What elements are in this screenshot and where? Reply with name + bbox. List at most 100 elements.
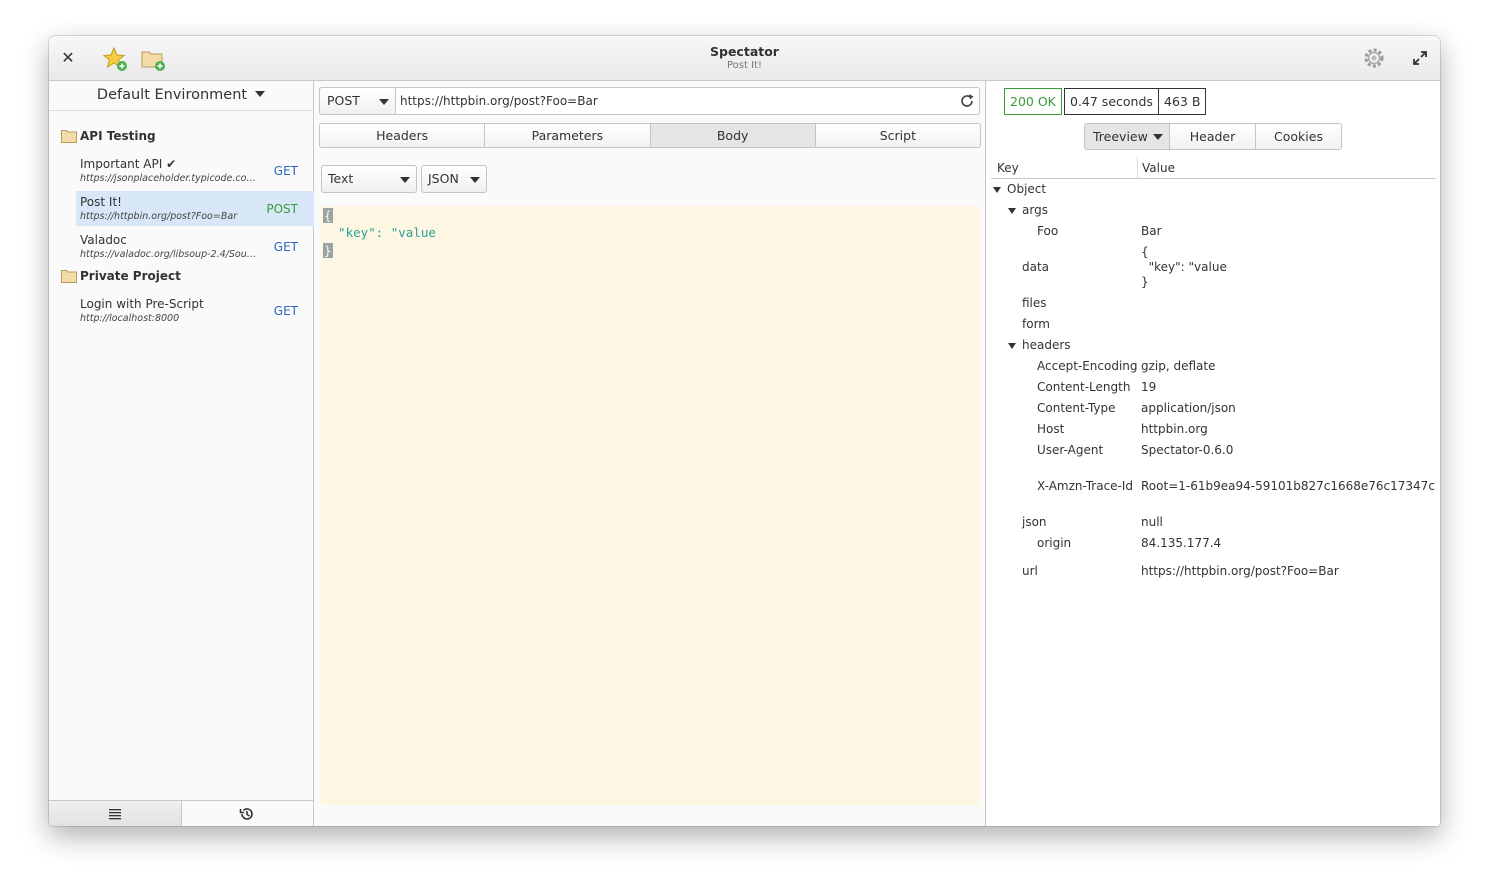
history-icon (239, 807, 253, 820)
tree-key: files (1022, 296, 1047, 310)
request-item-valadoc[interactable]: Valadoc https://valadoc.org/libsoup-2.4/… (76, 229, 314, 264)
treeview-header: Key Value (991, 157, 1436, 179)
chevron-down-icon (1153, 134, 1163, 140)
size-badge: 463 B (1158, 88, 1207, 115)
editor-line: { (323, 208, 333, 223)
tree-key: Object (1007, 182, 1047, 196)
request-url: http://localhost:8000 (80, 313, 180, 324)
chevron-down-icon (255, 91, 266, 97)
tab-treeview[interactable]: Treeview (1085, 124, 1170, 149)
expander-icon[interactable] (993, 187, 1001, 193)
response-panel: 200 OK 0.47 seconds 463 B Treeview Heade… (987, 81, 1440, 826)
response-tabs: Treeview Header Cookies (1084, 123, 1342, 150)
gear-icon[interactable] (1362, 46, 1386, 70)
tree-value: 84.135.177.4 (1141, 536, 1222, 550)
tree-key: headers (1022, 338, 1071, 352)
tree-key: origin (1037, 536, 1072, 550)
tab-headers[interactable]: Headers (320, 124, 486, 147)
tab-body[interactable]: Body (650, 124, 816, 147)
folder-icon (61, 130, 77, 143)
folder-api-testing[interactable]: API Testing (61, 127, 156, 145)
request-tabs: Headers Parameters Body Script (319, 123, 981, 148)
request-name: Post It! (80, 195, 122, 209)
tree-key: X-Amzn-Trace-Id (1037, 479, 1134, 493)
request-method: POST (266, 202, 298, 216)
body-format-dropdown[interactable]: JSON (421, 165, 487, 193)
request-method: GET (273, 304, 298, 318)
tree-value: https://httpbin.org/post?Foo=Bar (1141, 564, 1339, 578)
chevron-down-icon (400, 177, 410, 183)
tree-key: User-Agent (1037, 443, 1104, 457)
request-method: GET (273, 164, 298, 178)
tab-script[interactable]: Script (815, 124, 980, 147)
folder-private-project[interactable]: Private Project (61, 267, 181, 285)
sidebar: Default Environment API Testing Importan… (49, 81, 314, 826)
tree-key: data (1022, 260, 1050, 274)
request-name: Important API ✔ (80, 157, 177, 171)
time-badge: 0.47 seconds (1064, 88, 1159, 115)
folder-name: API Testing (80, 129, 156, 143)
tree-key: Content-Type (1037, 401, 1116, 415)
request-item-post-it[interactable]: Post It! https://httpbin.org/post?Foo=Ba… (76, 191, 314, 226)
body-editor[interactable]: { "key": "value } (321, 206, 980, 805)
request-name: Login with Pre-Script (80, 297, 204, 311)
tree-key: Content-Length (1037, 380, 1131, 394)
url-value: https://httpbin.org/post?Foo=Bar (400, 94, 598, 108)
column-key[interactable]: Key (997, 161, 1019, 175)
method-dropdown[interactable]: POST (319, 87, 396, 115)
request-url: https://jsonplaceholder.typicode.com/tod… (80, 173, 262, 184)
tree-key: Foo (1037, 224, 1059, 238)
chevron-down-icon (379, 99, 389, 105)
tree-value: null (1141, 515, 1163, 529)
tree-value: gzip, deflate (1141, 359, 1216, 373)
tree-key: Host (1037, 422, 1065, 436)
editor-line: "key": "value (323, 225, 436, 240)
folder-name: Private Project (80, 269, 181, 283)
sidebar-footer (49, 800, 313, 826)
request-item-login[interactable]: Login with Pre-Script http://localhost:8… (76, 293, 314, 328)
tab-parameters[interactable]: Parameters (485, 124, 651, 147)
tree-value: httpbin.org (1141, 422, 1208, 436)
titlebar: ✕ Spectator Post It! (49, 36, 1440, 81)
request-url: https://valadoc.org/libsoup-2.4/Soup.htm… (80, 249, 262, 260)
environment-label: Default Environment (96, 87, 248, 103)
expander-icon[interactable] (1008, 208, 1016, 214)
tab-label: Treeview (1093, 129, 1148, 144)
environment-selector[interactable]: Default Environment (49, 81, 313, 111)
tab-header[interactable]: Header (1170, 124, 1256, 149)
tree-value: Spectator-0.6.0 (1141, 443, 1234, 457)
status-badge: 200 OK (1004, 88, 1062, 115)
body-format-value: JSON (428, 171, 459, 186)
request-item-important-api[interactable]: Important API ✔ https://jsonplaceholder.… (76, 153, 314, 188)
tab-cookies[interactable]: Cookies (1256, 124, 1341, 149)
editor-line: } (323, 243, 333, 258)
tree-key: Accept-Encoding (1037, 359, 1138, 373)
folder-icon (61, 270, 77, 283)
collections-view-button[interactable] (49, 801, 182, 826)
tree-value: application/json (1141, 401, 1236, 415)
list-icon (108, 808, 121, 819)
maximize-icon[interactable] (1412, 50, 1428, 66)
expander-icon[interactable] (1008, 343, 1016, 349)
request-panel: POST https://httpbin.org/post?Foo=Bar He… (315, 81, 986, 826)
tree-key: form (1022, 317, 1050, 331)
request-method: GET (273, 240, 298, 254)
tree-value: Root=1-61b9ea94-59101b827c1668e76c17347c (1141, 479, 1435, 493)
history-view-button[interactable] (181, 801, 313, 826)
column-divider[interactable] (1137, 157, 1138, 179)
window-subtitle: Post It! (727, 60, 762, 71)
tree-value: 19 (1141, 380, 1157, 394)
chevron-down-icon (470, 177, 480, 183)
reload-icon[interactable] (959, 93, 975, 109)
body-type-dropdown[interactable]: Text (321, 165, 417, 193)
column-value[interactable]: Value (1142, 161, 1175, 175)
tree-key: url (1022, 564, 1038, 578)
window-title: Spectator (710, 44, 779, 59)
tree-key: args (1022, 203, 1048, 217)
tree-value: Bar (1141, 224, 1162, 238)
method-value: POST (327, 93, 360, 108)
request-url: https://httpbin.org/post?Foo=Bar (80, 211, 238, 222)
request-name: Valadoc (80, 233, 127, 247)
url-input[interactable]: https://httpbin.org/post?Foo=Bar (395, 87, 980, 115)
tree-value: { "key": "value } (1141, 245, 1227, 289)
